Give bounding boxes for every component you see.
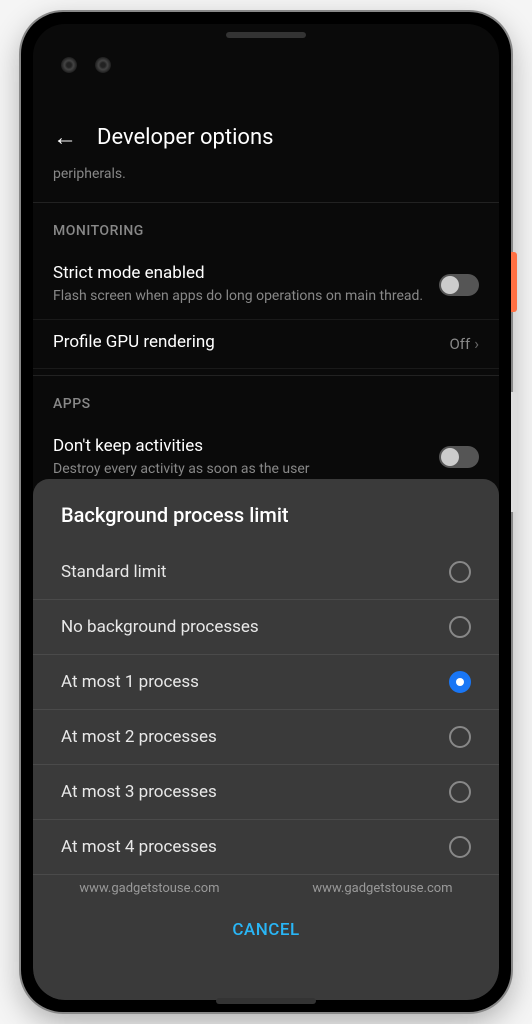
dialog-option-none[interactable]: No background processes [33,600,499,655]
radio-icon [449,836,471,858]
screen: ← Developer options peripherals. MONITOR… [33,24,499,1000]
option-label: At most 2 processes [61,727,217,747]
option-label: No background processes [61,617,259,637]
setting-value: Off › [449,334,479,353]
radio-icon [449,561,471,583]
setting-text: Don't keep activities Destroy every acti… [53,436,439,480]
radio-icon [449,726,471,748]
dialog-option-2[interactable]: At most 2 processes [33,710,499,765]
setting-strict-mode[interactable]: Strict mode enabled Flash screen when ap… [33,251,499,320]
option-label: At most 1 process [61,672,199,692]
camera-cutouts [61,57,111,73]
setting-gpu-rendering[interactable]: Profile GPU rendering Off › [33,320,499,369]
camera-lens [95,57,111,73]
app-content: ← Developer options peripherals. MONITOR… [33,24,499,1000]
dialog-option-1[interactable]: At most 1 process [33,655,499,710]
dialog-option-3[interactable]: At most 3 processes [33,765,499,820]
setting-title: Profile GPU rendering [53,332,449,352]
setting-title: Don't keep activities [53,436,439,456]
section-header-monitoring: MONITORING [33,202,499,251]
truncated-setting-desc: peripherals. [33,166,499,196]
app-header: ← Developer options [33,109,499,166]
option-label: At most 3 processes [61,782,217,802]
back-arrow-icon[interactable]: ← [53,123,77,152]
value-text: Off [449,335,470,353]
toggle-strict-mode[interactable] [439,274,479,296]
setting-text: Strict mode enabled Flash screen when ap… [53,263,439,307]
power-button [511,252,517,312]
phone-frame: ← Developer options peripherals. MONITOR… [21,12,511,1012]
setting-desc: Flash screen when apps do long operation… [53,287,439,307]
setting-title: Strict mode enabled [53,263,439,283]
section-header-apps: APPS [33,375,499,424]
volume-button [511,392,517,512]
speaker-bottom [216,998,316,1004]
radio-icon [449,616,471,638]
dialog-option-4[interactable]: At most 4 processes [33,820,499,875]
page-title: Developer options [97,125,273,150]
watermark-text: www.gadgetstouse.com [312,881,452,896]
radio-selected-icon [449,671,471,693]
option-label: Standard limit [61,562,166,582]
dialog-option-standard[interactable]: Standard limit [33,545,499,600]
toggle-keep-activities[interactable] [439,446,479,468]
watermark-text: www.gadgetstouse.com [79,881,219,896]
setting-desc: Destroy every activity as soon as the us… [53,460,439,480]
camera-lens [61,57,77,73]
speaker-top [226,32,306,38]
radio-icon [449,781,471,803]
dialog-bg-process-limit: Background process limit Standard limit … [33,479,499,1000]
dialog-title: Background process limit [33,479,499,545]
toggle-knob [441,448,459,466]
option-label: At most 4 processes [61,837,217,857]
cancel-button[interactable]: CANCEL [33,902,499,958]
chevron-right-icon: › [474,334,479,353]
toggle-knob [441,276,459,294]
setting-text: Profile GPU rendering [53,332,449,356]
watermarks: www.gadgetstouse.com www.gadgetstouse.co… [33,875,499,902]
